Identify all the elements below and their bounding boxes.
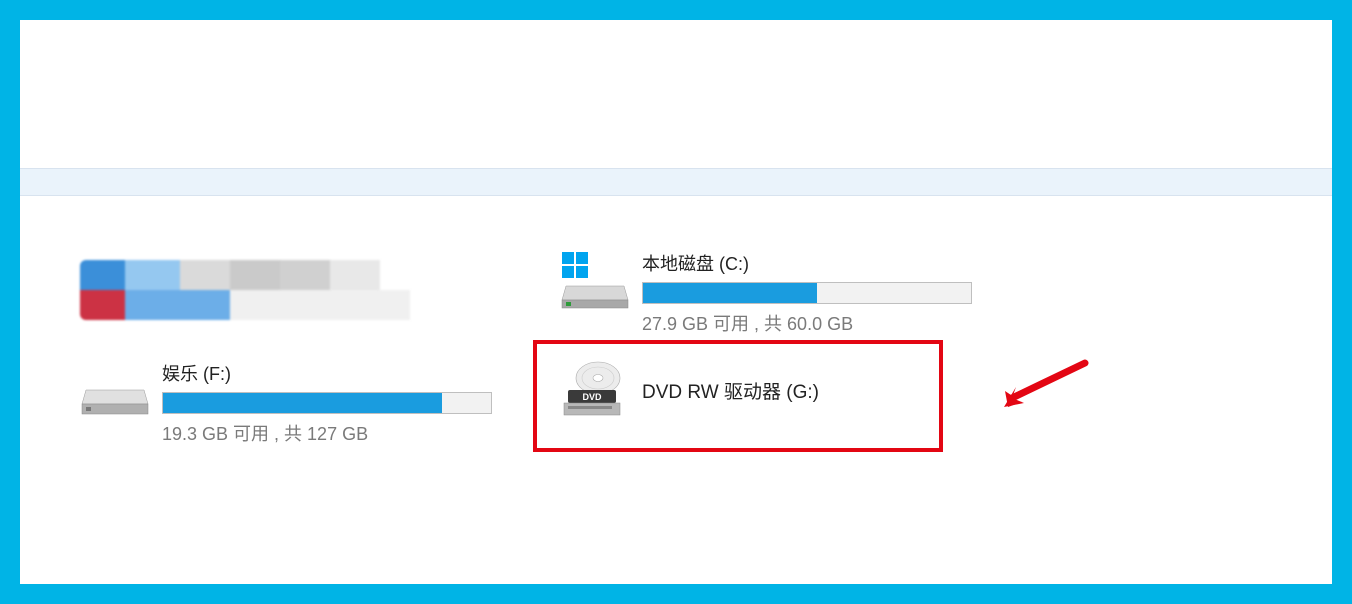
hdd-icon <box>80 360 150 420</box>
svg-text:DVD: DVD <box>582 392 602 402</box>
drive-c-status: 27.9 GB 可用 , 共 60.0 GB <box>642 310 972 336</box>
drive-f-status: 19.3 GB 可用 , 共 127 GB <box>162 420 492 446</box>
drive-f-capacity-fill <box>163 393 442 413</box>
drive-c-capacity-fill <box>643 283 817 303</box>
drive-f-capacity-bar <box>162 392 492 414</box>
annotation-arrow-icon <box>990 355 1090 415</box>
drive-f-title: 娱乐 (F:) <box>162 360 492 386</box>
explorer-window: 本地磁盘 (C:) 27.9 GB 可用 , 共 60.0 GB 娱乐 (F:) <box>20 20 1332 584</box>
drive-c-capacity-bar <box>642 282 972 304</box>
drive-c[interactable]: 本地磁盘 (C:) 27.9 GB 可用 , 共 60.0 GB <box>560 250 972 336</box>
pixelated-drive-item[interactable] <box>80 260 410 320</box>
hdd-windows-icon <box>560 250 630 310</box>
drive-f[interactable]: 娱乐 (F:) 19.3 GB 可用 , 共 127 GB <box>80 360 492 446</box>
drive-dvd-title: DVD RW 驱动器 (G:) <box>642 377 819 404</box>
drive-c-title: 本地磁盘 (C:) <box>642 250 972 276</box>
drive-dvd[interactable]: DVD DVD RW 驱动器 (G:) <box>560 360 972 420</box>
dvd-drive-icon: DVD <box>560 360 630 420</box>
section-header-band <box>20 168 1332 196</box>
